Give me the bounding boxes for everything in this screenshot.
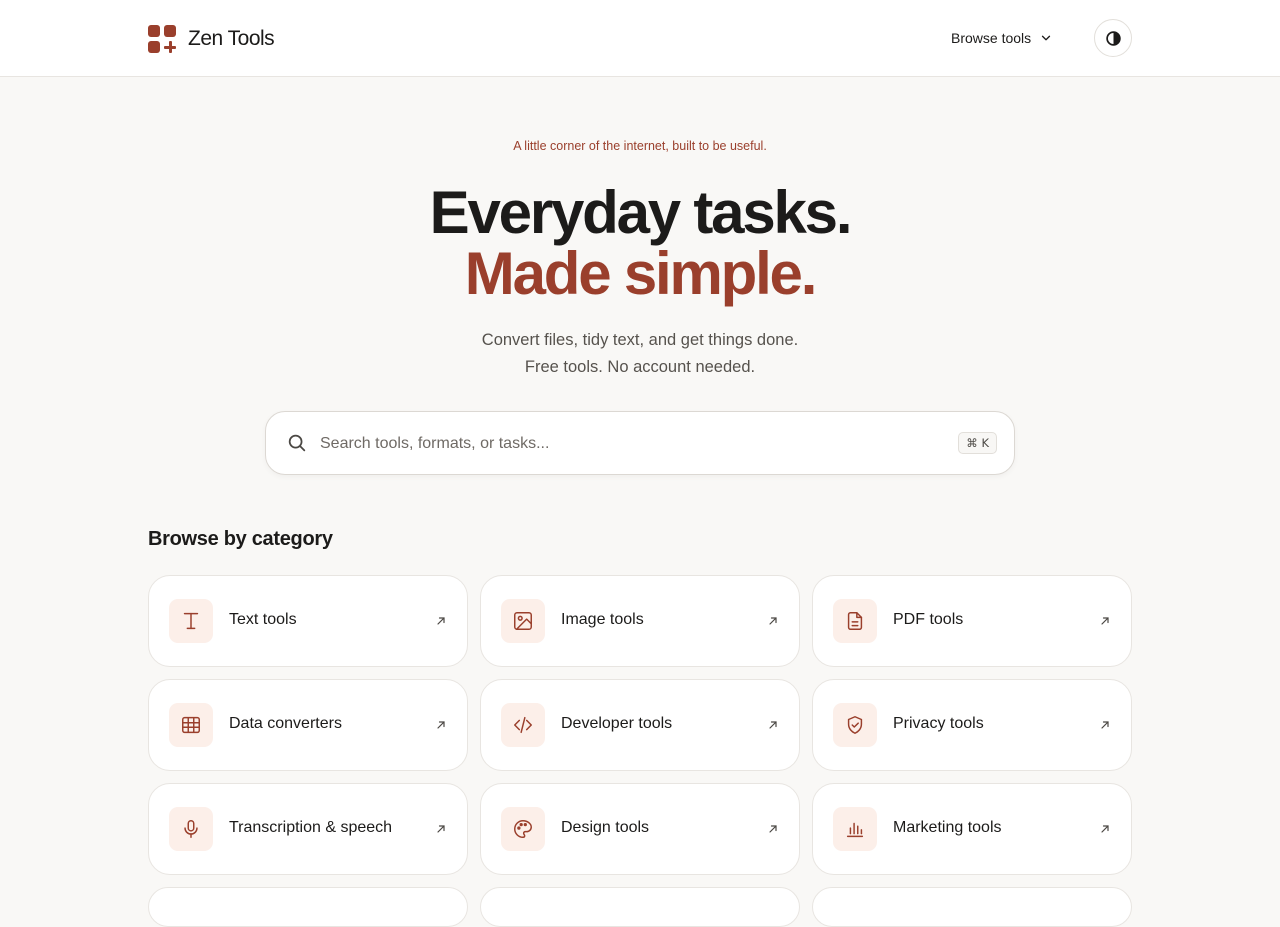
hero-tagline: A little corner of the internet, built t…	[513, 139, 767, 153]
logo-mark-icon	[148, 24, 177, 54]
hero-subtitle-line2: Free tools. No account needed.	[524, 358, 756, 376]
category-grid: Text tools Image tools PDF tools Data co…	[148, 575, 1132, 927]
category-card-pdf-tools[interactable]: PDF tools	[812, 575, 1132, 667]
category-card-image-tools[interactable]: Image tools	[480, 575, 800, 667]
category-label: PDF tools	[893, 611, 964, 628]
hero-title-line1: Everyday tasks.	[429, 179, 853, 246]
category-card-partial[interactable]	[812, 887, 1132, 927]
keyboard-shortcut-badge: ⌘ K	[958, 432, 997, 454]
category-card-developer-tools[interactable]: Developer tools	[480, 679, 800, 771]
category-card-marketing-tools[interactable]: Marketing tools	[812, 783, 1132, 875]
chevron-down-icon	[1042, 35, 1051, 41]
category-card-partial[interactable]	[480, 887, 800, 927]
brand-logo[interactable]: Zen Tools	[148, 24, 275, 54]
category-card-text-tools[interactable]: Text tools	[148, 575, 468, 667]
category-label: Transcription & speech	[229, 819, 393, 836]
arrow-up-right-icon	[1101, 617, 1109, 625]
document-icon	[833, 599, 877, 643]
category-label: Text tools	[229, 611, 297, 628]
arrow-up-right-icon	[1101, 721, 1109, 729]
theme-toggle-button[interactable]	[1094, 19, 1132, 57]
category-label: Design tools	[561, 819, 650, 836]
search-box: ⌘ K	[265, 411, 1015, 475]
table-icon	[169, 703, 213, 747]
category-card-privacy-tools[interactable]: Privacy tools	[812, 679, 1132, 771]
hero-title-line2: Made simple.	[464, 240, 818, 307]
category-label: Developer tools	[561, 715, 673, 732]
shield-check-icon	[833, 703, 877, 747]
bar-chart-icon	[833, 807, 877, 851]
arrow-up-right-icon	[769, 617, 777, 625]
category-card-data-converters[interactable]: Data converters	[148, 679, 468, 771]
arrow-up-right-icon	[1101, 825, 1109, 833]
category-card-transcription-speech[interactable]: Transcription & speech	[148, 783, 468, 875]
category-card-partial[interactable]	[148, 887, 468, 927]
arrow-up-right-icon	[437, 617, 445, 625]
arrow-up-right-icon	[437, 825, 445, 833]
microphone-icon	[169, 807, 213, 851]
category-card-design-tools[interactable]: Design tools	[480, 783, 800, 875]
categories-heading: Browse by category	[148, 528, 333, 550]
arrow-up-right-icon	[769, 825, 777, 833]
brand-name: Zen Tools	[188, 27, 275, 50]
search-icon	[288, 434, 306, 452]
category-label: Marketing tools	[893, 819, 1002, 836]
arrow-up-right-icon	[437, 721, 445, 729]
image-icon	[501, 599, 545, 643]
category-label: Image tools	[561, 611, 644, 628]
category-label: Privacy tools	[893, 715, 984, 732]
arrow-up-right-icon	[769, 721, 777, 729]
category-label: Data converters	[229, 715, 342, 732]
hero-subtitle-line1: Convert files, tidy text, and get things…	[481, 331, 799, 349]
code-icon	[501, 703, 545, 747]
site-header: Zen Tools Browse tools	[0, 0, 1280, 77]
search-input[interactable]	[320, 424, 920, 464]
browse-tools-button[interactable]: Browse tools	[940, 24, 1064, 52]
contrast-icon	[1105, 30, 1121, 46]
palette-icon	[501, 807, 545, 851]
text-icon	[169, 599, 213, 643]
browse-tools-label: Browse tools	[951, 30, 1032, 46]
